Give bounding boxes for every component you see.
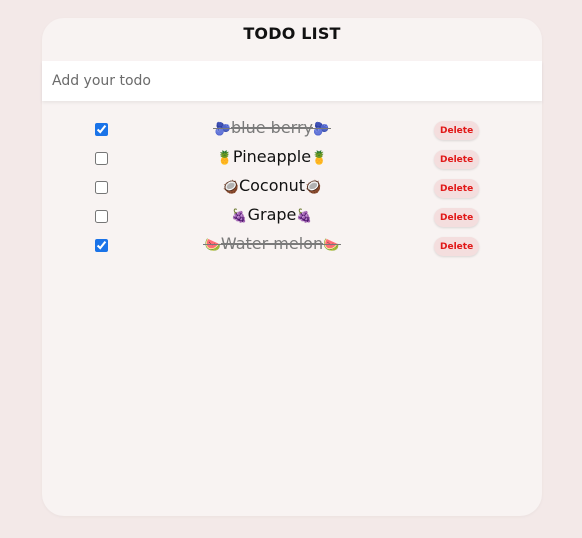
todo-label: 🥥Coconut🥥 (222, 176, 322, 195)
blueberry-icon: 🫐 (313, 122, 330, 137)
delete-button[interactable]: Delete (434, 121, 480, 140)
todo-list: 🫐blue berry🫐 Delete 🍍Pineapple🍍 Delete 🥥… (42, 116, 542, 261)
todo-label: 🫐blue berry🫐 (214, 118, 330, 137)
todo-item: 🍇Grape🍇 Delete (42, 203, 542, 232)
coconut-icon: 🥥 (222, 180, 239, 195)
todo-label: 🍇Grape🍇 (231, 205, 313, 224)
todo-input[interactable] (42, 61, 542, 101)
coconut-icon: 🥥 (305, 180, 322, 195)
todo-checkbox[interactable] (95, 152, 108, 165)
todo-input-container (42, 61, 542, 101)
watermelon-icon: 🍉 (323, 238, 340, 253)
todo-checkbox[interactable] (95, 239, 108, 252)
watermelon-icon: 🍉 (204, 238, 221, 253)
todo-item: 🫐blue berry🫐 Delete (42, 116, 542, 145)
delete-button[interactable]: Delete (434, 208, 480, 227)
todo-label: 🍉Water melon🍉 (204, 234, 340, 253)
todo-label: 🍍Pineapple🍍 (216, 147, 328, 166)
grape-icon: 🍇 (231, 209, 248, 224)
pineapple-icon: 🍍 (216, 151, 233, 166)
todo-checkbox[interactable] (95, 210, 108, 223)
delete-button[interactable]: Delete (434, 150, 480, 169)
todo-item: 🥥Coconut🥥 Delete (42, 174, 542, 203)
grape-icon: 🍇 (296, 209, 313, 224)
pineapple-icon: 🍍 (311, 151, 328, 166)
todo-card: TODO LIST 🫐blue berry🫐 Delete 🍍Pineapple… (42, 18, 542, 516)
blueberry-icon: 🫐 (214, 122, 231, 137)
todo-checkbox[interactable] (95, 181, 108, 194)
todo-item: 🍍Pineapple🍍 Delete (42, 145, 542, 174)
page-title: TODO LIST (243, 24, 341, 43)
todo-item: 🍉Water melon🍉 Delete (42, 232, 542, 261)
delete-button[interactable]: Delete (434, 237, 480, 256)
todo-checkbox[interactable] (95, 123, 108, 136)
delete-button[interactable]: Delete (434, 179, 480, 198)
